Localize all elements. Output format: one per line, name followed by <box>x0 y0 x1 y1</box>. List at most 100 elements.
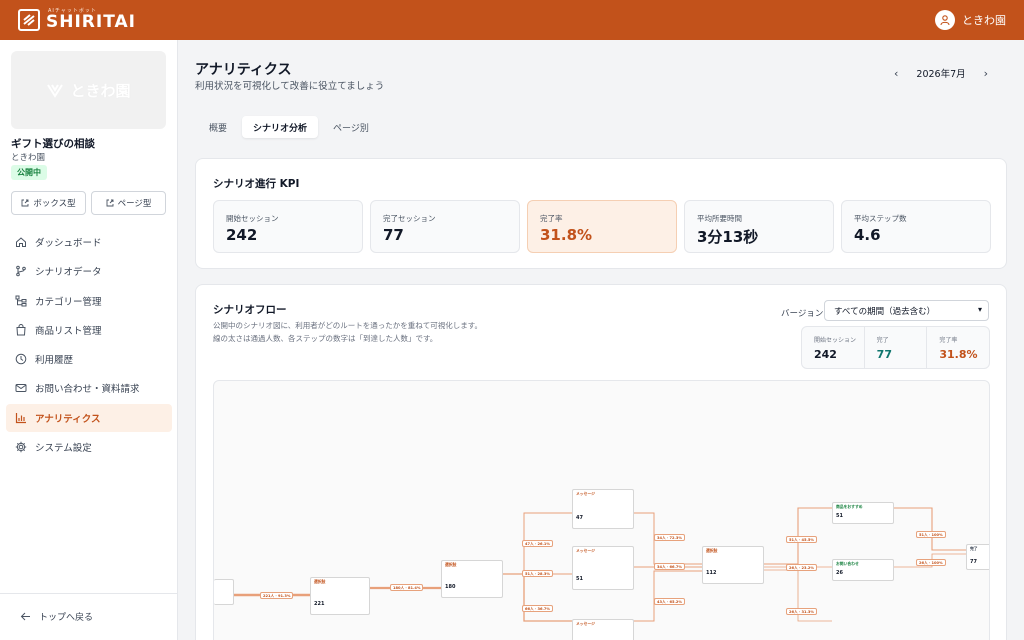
bot-owner: ときわ園 <box>11 153 46 163</box>
flow-node[interactable]: メッセージ <box>572 619 634 640</box>
current-month: 2026年7月 <box>916 69 966 80</box>
arrow-left-icon <box>20 612 30 621</box>
mini-stat-label: 完了 <box>876 337 889 344</box>
sidebar-item-inquiry[interactable]: お問い合わせ・資料請求 <box>6 374 172 402</box>
chevron-left-icon[interactable]: ‹ <box>894 67 898 80</box>
back-to-top-link[interactable]: トップへ戻る <box>20 610 93 623</box>
sidebar-item-history[interactable]: 利用履歴 <box>6 345 172 373</box>
flow-link <box>894 507 966 551</box>
version-select[interactable]: すべての期間（過去含む） ▾ <box>824 300 989 321</box>
divider <box>0 593 177 594</box>
flow-node[interactable]: メッセージ 47 <box>572 489 634 529</box>
tab-overview[interactable]: 概要 <box>198 116 238 138</box>
bot-logo-icon <box>47 84 64 98</box>
flow-node[interactable]: 完了 77 <box>966 544 989 570</box>
sidebar-item-label: お問い合わせ・資料請求 <box>35 384 140 396</box>
kpi-completion-rate: 完了率 31.8% <box>527 200 677 253</box>
flow-edge-label: 26人 · 23.2% <box>786 564 817 571</box>
kpi-card: シナリオ進行 KPI 開始セッション 242 完了セッション 77 完了率 31… <box>195 158 1007 269</box>
flow-edge-label: 51人 · 28.3% <box>522 570 553 577</box>
flow-node[interactable]: 選択肢 180 <box>441 560 503 598</box>
flow-canvas[interactable]: 221人 · 91.3% 180人 · 81.4% 47人 · 26.1% 51… <box>213 380 990 640</box>
flow-node[interactable]: 選択肢 221 <box>310 577 370 615</box>
mini-stat-completed: 完了 77 <box>863 327 927 368</box>
scenario-flow-card: シナリオフロー 公開中のシナリオ図に、利用者がどのルートを通ったかを重ねて可視化… <box>195 284 1007 640</box>
bot-thumbnail: ときわ園 <box>11 51 166 129</box>
kpi-label: 完了率 <box>540 214 563 223</box>
chevron-right-icon[interactable]: › <box>984 67 988 80</box>
flow-edge-label: 34人 · 72.3% <box>654 534 685 541</box>
node-count: 112 <box>706 569 717 576</box>
flow-node[interactable]: お問い合わせ 26 <box>832 559 894 581</box>
sidebar-item-dashboard[interactable]: ダッシュボード <box>6 228 172 256</box>
flow-edge-label: 66人 · 36.7% <box>522 605 553 612</box>
mini-stat-value: 31.8% <box>939 348 978 361</box>
flow-summary-stats: 開始セッション 242 完了 77 完了率 31.8% <box>801 326 990 369</box>
sidebar-item-label: システム設定 <box>35 443 92 455</box>
sidebar-item-scenario-data[interactable]: シナリオデータ <box>6 257 172 285</box>
version-label: バージョン <box>781 309 824 319</box>
page-title: アナリティクス <box>195 62 292 78</box>
tab-scenario-analysis[interactable]: シナリオ分析 <box>242 116 319 138</box>
sidebar-item-label: 商品リスト管理 <box>35 325 102 337</box>
sidebar-item-label: カテゴリー管理 <box>35 296 102 308</box>
box-type-button[interactable]: ボックス型 <box>11 191 86 215</box>
month-navigator: ‹ 2026年7月 › <box>894 66 988 81</box>
back-label: トップへ戻る <box>39 613 94 623</box>
kpi-label: 完了セッション <box>383 214 436 223</box>
user-menu[interactable]: ときわ園 <box>935 10 1006 30</box>
flow-node[interactable]: メッセージ 51 <box>572 546 634 590</box>
bag-icon <box>16 323 26 336</box>
sidebar-item-analytics[interactable]: アナリティクス <box>6 403 172 432</box>
flow-edge-label: 221人 · 91.3% <box>260 592 294 599</box>
kpi-value: 4.6 <box>854 226 881 244</box>
kpi-value: 31.8% <box>540 226 593 244</box>
mini-stat-label: 完了率 <box>939 337 958 344</box>
flow-link <box>503 573 572 622</box>
bot-title: ギフト選びの相談 <box>11 138 95 150</box>
kpi-label: 開始セッション <box>226 214 279 223</box>
flow-card-title: シナリオフロー <box>213 304 287 316</box>
node-count: 47 <box>576 514 583 521</box>
tab-by-page[interactable]: ページ別 <box>322 116 380 138</box>
node-count: 221 <box>314 600 325 607</box>
kpi-label: 平均ステップ数 <box>854 214 907 223</box>
home-icon <box>16 237 26 247</box>
mail-icon <box>15 384 27 393</box>
mini-stat-rate: 完了率 31.8% <box>926 327 989 368</box>
sidebar-nav: ダッシュボード シナリオデータ カテゴリー管理 商品リスト管理 利用履歴 お問い… <box>6 228 172 462</box>
flow-edge-label: 47人 · 26.1% <box>522 540 553 547</box>
box-type-label: ボックス型 <box>33 199 76 209</box>
flow-node-start[interactable] <box>214 579 234 605</box>
sidebar-item-label: シナリオデータ <box>35 267 102 279</box>
flow-edge-label: 180人 · 81.4% <box>390 584 424 591</box>
external-link-icon <box>21 199 29 207</box>
kpi-value: 242 <box>226 226 258 244</box>
kpi-value: 77 <box>383 226 404 244</box>
page-type-button[interactable]: ページ型 <box>91 191 166 215</box>
flow-node[interactable]: 選択肢 112 <box>702 546 764 584</box>
flow-node[interactable]: 商品をおすすめ 51 <box>832 502 894 524</box>
node-count: 77 <box>970 558 977 565</box>
flow-description: 公開中のシナリオ図に、利用者がどのルートを通ったかを重ねて可視化します。 線の太… <box>213 319 482 345</box>
sidebar-item-product-list[interactable]: 商品リスト管理 <box>6 316 172 344</box>
bar-chart-icon <box>15 412 26 423</box>
sidebar-item-category[interactable]: カテゴリー管理 <box>6 287 172 315</box>
sidebar-item-label: ダッシュボード <box>35 238 102 249</box>
node-count: 26 <box>836 569 843 576</box>
mini-stat-value: 77 <box>876 348 892 361</box>
sidebar-item-settings[interactable]: システム設定 <box>6 433 172 461</box>
chevron-down-icon: ▾ <box>977 305 982 314</box>
flow-edge-label: 34人 · 66.7% <box>654 563 685 570</box>
kpi-label: 平均所要時間 <box>697 214 742 223</box>
logo-text: SHIRITAI <box>46 12 136 32</box>
external-link-icon <box>106 199 114 207</box>
flow-description-line: 公開中のシナリオ図に、利用者がどのルートを通ったかを重ねて可視化します。 <box>213 321 483 330</box>
flow-link <box>634 570 702 622</box>
clock-icon <box>15 353 27 365</box>
kpi-average-steps: 平均ステップ数 4.6 <box>841 200 991 253</box>
main-content: アナリティクス 利用状況を可視化して改善に役立てましょう ‹ 2026年7月 ›… <box>178 40 1024 640</box>
user-icon <box>935 10 955 30</box>
app-logo[interactable]: AIチャットボット SHIRITAI <box>18 9 136 31</box>
node-count: 51 <box>576 575 583 582</box>
